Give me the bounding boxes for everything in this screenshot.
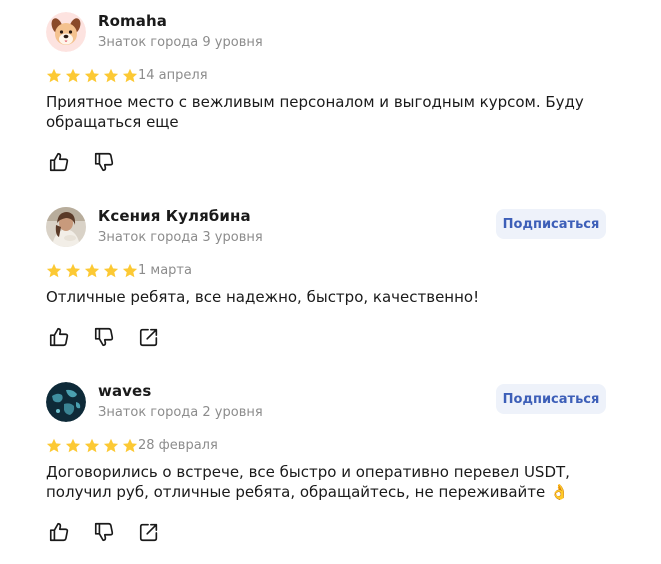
thumbs-down-icon: [94, 152, 114, 172]
star-icon: [122, 68, 138, 83]
author-level: Знаток города 9 уровня: [98, 35, 263, 50]
star-icon: [46, 68, 62, 83]
thumbs-up-icon: [49, 327, 69, 347]
star-icon: [103, 438, 119, 453]
star-icon: [65, 263, 81, 278]
review-text: Приятное место с вежливым персоналом и в…: [46, 93, 584, 131]
globe-avatar-icon: [46, 382, 86, 422]
subscribe-button[interactable]: Подписаться: [496, 384, 606, 414]
rating-stars: [46, 438, 138, 454]
star-icon: [84, 438, 100, 453]
author-name[interactable]: Ксения Кулябина: [98, 207, 251, 225]
author-name[interactable]: waves: [98, 382, 151, 400]
like-button[interactable]: [47, 150, 71, 174]
dog-emoji-avatar-icon: [46, 12, 86, 52]
thumbs-down-icon: [94, 327, 114, 347]
star-icon: [103, 263, 119, 278]
review-text: Отличные ребята, все надежно, быстро, ка…: [46, 288, 480, 306]
rating-stars: [46, 263, 138, 279]
dislike-button[interactable]: [92, 150, 116, 174]
share-button[interactable]: [137, 520, 161, 544]
review-card: Ксения Кулябина Знаток города 3 уровня П…: [0, 195, 661, 370]
subscribe-button[interactable]: Подписаться: [496, 209, 606, 239]
review-card: Romaha Знаток города 9 уровня 14 апреля …: [0, 0, 661, 190]
thumbs-down-icon: [94, 522, 114, 542]
star-icon: [65, 438, 81, 453]
share-icon: [139, 523, 158, 542]
thumbs-up-icon: [49, 152, 69, 172]
avatar[interactable]: [46, 382, 86, 422]
author-level: Знаток города 2 уровня: [98, 405, 263, 420]
avatar[interactable]: [46, 207, 86, 247]
review-card: waves Знаток города 2 уровня Подписаться…: [0, 370, 661, 564]
photo-avatar-icon: [46, 207, 86, 247]
rating-stars: [46, 68, 138, 84]
dislike-button[interactable]: [92, 325, 116, 349]
star-icon: [84, 263, 100, 278]
star-icon: [103, 68, 119, 83]
review-date: 28 февраля: [138, 438, 218, 453]
star-icon: [46, 263, 62, 278]
like-button[interactable]: [47, 325, 71, 349]
review-date: 14 апреля: [138, 68, 208, 83]
star-icon: [65, 68, 81, 83]
avatar[interactable]: [46, 12, 86, 52]
star-icon: [46, 438, 62, 453]
star-icon: [122, 438, 138, 453]
star-icon: [122, 263, 138, 278]
thumbs-up-icon: [49, 522, 69, 542]
share-button[interactable]: [137, 325, 161, 349]
review-text: Договорились о встрече, все быстро и опе…: [46, 463, 570, 501]
like-button[interactable]: [47, 520, 71, 544]
review-date: 1 марта: [138, 263, 192, 278]
author-level: Знаток города 3 уровня: [98, 230, 263, 245]
share-icon: [139, 328, 158, 347]
star-icon: [84, 68, 100, 83]
dislike-button[interactable]: [92, 520, 116, 544]
author-name[interactable]: Romaha: [98, 12, 167, 30]
